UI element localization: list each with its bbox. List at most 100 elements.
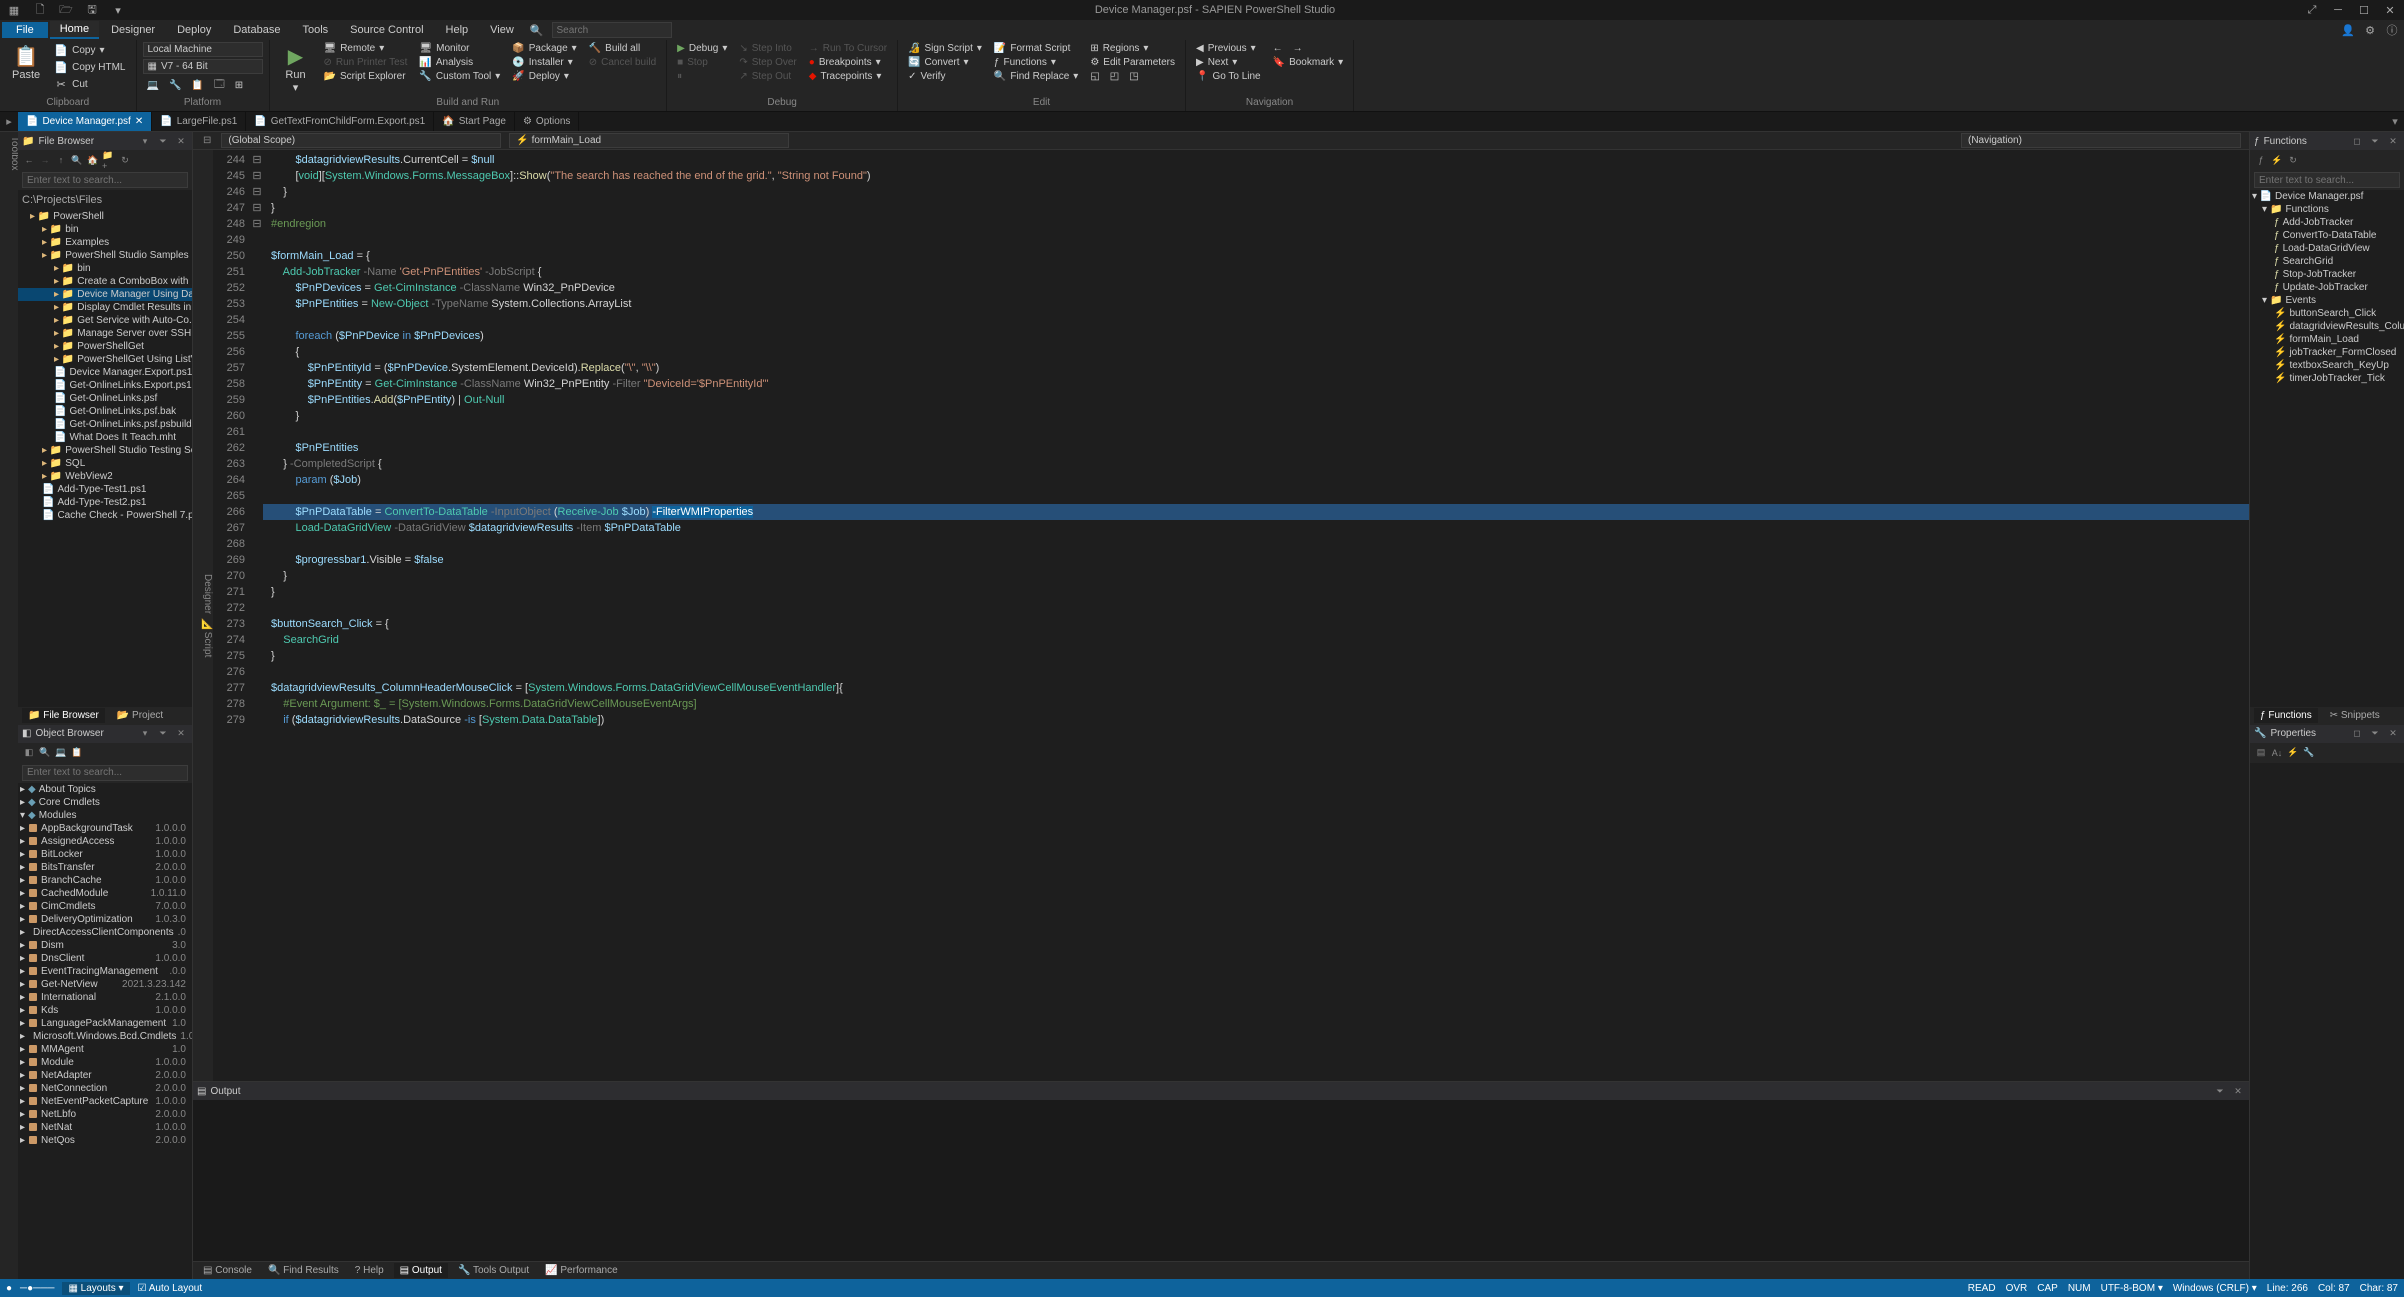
previous-button[interactable]: ◀ Previous ▾ bbox=[1192, 42, 1265, 55]
module-row[interactable]: ▸ Microsoft.Windows.Bcd.Cmdlets1.0 bbox=[18, 1030, 192, 1043]
analysis-button[interactable]: 📊 Analysis bbox=[415, 56, 504, 69]
obj-group[interactable]: ▸ ◆ Core Cmdlets bbox=[18, 796, 192, 809]
fn-btn3[interactable]: ↻ bbox=[2286, 153, 2300, 167]
functions-button[interactable]: ƒ Functions ▾ bbox=[990, 56, 1082, 69]
formatscript-button[interactable]: 📝 Format Script bbox=[990, 42, 1082, 55]
split-icon[interactable]: ⊟ bbox=[201, 135, 213, 146]
platform-btn5[interactable]: ⊞ bbox=[231, 76, 247, 95]
tree-row[interactable]: 📄Add-Type-Test1.ps1 bbox=[18, 483, 192, 496]
tree-row[interactable]: 📄What Does It Teach.mht bbox=[18, 431, 192, 444]
debug-button[interactable]: ▶ Debug ▾ bbox=[673, 42, 731, 55]
zoom-slider[interactable]: ─●─── bbox=[20, 1283, 54, 1294]
copy-html-button[interactable]: 📄Copy HTML bbox=[50, 59, 129, 75]
fn-search-input[interactable] bbox=[2254, 172, 2400, 188]
refresh-icon[interactable]: ↻ bbox=[118, 153, 132, 167]
buildall-button[interactable]: 🔨 Build all bbox=[585, 42, 660, 55]
monitor-button[interactable]: 🖥 Monitor bbox=[415, 42, 504, 55]
fn-item[interactable]: ƒ ConvertTo-DataTable bbox=[2250, 229, 2404, 242]
menu-home[interactable]: Home bbox=[50, 21, 99, 39]
tab-performance[interactable]: 📈 Performance bbox=[539, 1263, 623, 1278]
qat-new-icon[interactable]: 🗋 bbox=[30, 2, 50, 18]
code-editor[interactable]: $datagridviewResults.CurrentCell = $null… bbox=[263, 150, 2249, 1081]
obj-btn2[interactable]: 🔍 bbox=[38, 746, 52, 760]
tab-console[interactable]: ▤ Console bbox=[197, 1263, 258, 1278]
tree-row[interactable]: ▸ 📁WebView2 bbox=[18, 470, 192, 483]
module-row[interactable]: ▸ International2.1.0.0 bbox=[18, 991, 192, 1004]
tab-toolsoutput[interactable]: 🔧 Tools Output bbox=[452, 1263, 535, 1278]
package-button[interactable]: 📦 Package ▾ bbox=[508, 42, 580, 55]
module-row[interactable]: ▸ NetEventPacketCapture1.0.0.0 bbox=[18, 1095, 192, 1108]
module-row[interactable]: ▸ BitLocker1.0.0.0 bbox=[18, 848, 192, 861]
fn-item[interactable]: ƒ Stop-JobTracker bbox=[2250, 268, 2404, 281]
module-row[interactable]: ▸ DnsClient1.0.0.0 bbox=[18, 952, 192, 965]
prop-btn1[interactable]: ▤ bbox=[2254, 746, 2268, 760]
tree-row[interactable]: 📄Get-OnlineLinks.psf.bak bbox=[18, 405, 192, 418]
nav-back-icon[interactable]: ← bbox=[1269, 42, 1287, 55]
fn-item[interactable]: ƒ Update-JobTracker bbox=[2250, 281, 2404, 294]
ev-item[interactable]: ⚡ textboxSearch_KeyUp bbox=[2250, 359, 2404, 372]
module-row[interactable]: ▸ Kds1.0.0.0 bbox=[18, 1004, 192, 1017]
module-row[interactable]: ▸ CachedModule1.0.11.0 bbox=[18, 887, 192, 900]
close-icon[interactable]: ✕ bbox=[2231, 1084, 2245, 1098]
close-icon[interactable]: ✕ bbox=[2380, 2, 2400, 18]
tree-row[interactable]: ▸ 📁Device Manager Using Dat... bbox=[18, 288, 192, 301]
dropdown-icon[interactable]: ▾ bbox=[138, 727, 152, 741]
autolayout-check[interactable]: ☑ Auto Layout bbox=[138, 1283, 203, 1294]
path-bar[interactable]: C:\Projects\Files bbox=[18, 190, 192, 210]
module-row[interactable]: ▸ AssignedAccess1.0.0.0 bbox=[18, 835, 192, 848]
module-row[interactable]: ▸ DeliveryOptimization1.0.3.0 bbox=[18, 913, 192, 926]
run-button[interactable]: ▶Run ▾ bbox=[276, 42, 316, 96]
tree-row[interactable]: ▸ 📁Examples bbox=[18, 236, 192, 249]
prop-btn3[interactable]: ⚡ bbox=[2286, 746, 2300, 760]
tab-findresults[interactable]: 🔍 Find Results bbox=[262, 1263, 345, 1278]
user-icon[interactable]: 👤 bbox=[2338, 22, 2358, 38]
menu-file[interactable]: File bbox=[2, 22, 48, 38]
ev-item[interactable]: ⚡ formMain_Load bbox=[2250, 333, 2404, 346]
tree-row[interactable]: ▸ 📁Get Service with Auto-Co... bbox=[18, 314, 192, 327]
tree-row[interactable]: 📄Device Manager.Export.ps1 bbox=[18, 366, 192, 379]
ev-folder[interactable]: ▾ 📁 Events bbox=[2250, 294, 2404, 307]
edit-extra2[interactable]: ◰ bbox=[1106, 70, 1123, 83]
menu-help[interactable]: Help bbox=[436, 22, 479, 38]
pin-icon[interactable]: ⏷ bbox=[2213, 1084, 2227, 1098]
info-icon[interactable]: ⓘ bbox=[2382, 22, 2402, 38]
menu-deploy[interactable]: Deploy bbox=[167, 22, 221, 38]
regions-button[interactable]: ⊞ Regions ▾ bbox=[1086, 42, 1179, 55]
tracepoints-button[interactable]: ◆ Tracepoints ▾ bbox=[805, 70, 891, 83]
close-icon[interactable]: ✕ bbox=[2386, 727, 2400, 741]
menu-designer[interactable]: Designer bbox=[101, 22, 165, 38]
tree-row[interactable]: ▸ 📁Manage Server over SSH ... bbox=[18, 327, 192, 340]
close-icon[interactable]: ✕ bbox=[2386, 134, 2400, 148]
tab-options[interactable]: ⚙Options bbox=[515, 112, 579, 131]
tab-project[interactable]: 📂 Project bbox=[111, 708, 169, 723]
tree-row[interactable]: 📄Cache Check - PowerShell 7.p... bbox=[18, 509, 192, 522]
pin-icon[interactable]: ⏷ bbox=[156, 134, 170, 148]
menu-database[interactable]: Database bbox=[223, 22, 290, 38]
file-search-input[interactable] bbox=[22, 172, 188, 188]
machine-combo[interactable]: Local Machine bbox=[143, 42, 263, 57]
module-row[interactable]: ▸ Module1.0.0.0 bbox=[18, 1056, 192, 1069]
cut-button[interactable]: ✂Cut bbox=[50, 76, 129, 92]
module-row[interactable]: ▸ Dism3.0 bbox=[18, 939, 192, 952]
tree-row[interactable]: ▸ 📁PowerShellGet bbox=[18, 340, 192, 353]
layouts-button[interactable]: ▦ Layouts ▾ bbox=[62, 1282, 129, 1295]
fn-btn1[interactable]: ƒ bbox=[2254, 153, 2268, 167]
back-icon[interactable]: ← bbox=[22, 153, 36, 167]
tab-device-manager[interactable]: 📄Device Manager.psf✕ bbox=[18, 112, 152, 131]
fn-item[interactable]: ƒ SearchGrid bbox=[2250, 255, 2404, 268]
script-explorer-button[interactable]: 📂 Script Explorer bbox=[320, 70, 412, 83]
module-row[interactable]: ▸ Get-NetView2021.3.23.142 bbox=[18, 978, 192, 991]
tree-row[interactable]: ▸ 📁PowerShell Studio Samples bbox=[18, 249, 192, 262]
home-icon[interactable]: 🏠 bbox=[86, 153, 100, 167]
convert-button[interactable]: 🔄 Convert ▾ bbox=[904, 56, 986, 69]
edit-extra3[interactable]: ◳ bbox=[1125, 70, 1142, 83]
win-icon[interactable]: ◻ bbox=[2350, 727, 2364, 741]
tree-row[interactable]: ▸ 📁Create a ComboBox with ... bbox=[18, 275, 192, 288]
status-line[interactable]: Line: 266 bbox=[2267, 1283, 2308, 1294]
ev-item[interactable]: ⚡ buttonSearch_Click bbox=[2250, 307, 2404, 320]
qat-open-icon[interactable]: 🗁 bbox=[56, 2, 76, 18]
nav-combo[interactable]: (Navigation) bbox=[1961, 133, 2241, 148]
tree-row[interactable]: 📄Get-OnlineLinks.psf.psbuild bbox=[18, 418, 192, 431]
close-icon[interactable]: ✕ bbox=[135, 116, 143, 127]
output-body[interactable] bbox=[193, 1100, 2249, 1261]
